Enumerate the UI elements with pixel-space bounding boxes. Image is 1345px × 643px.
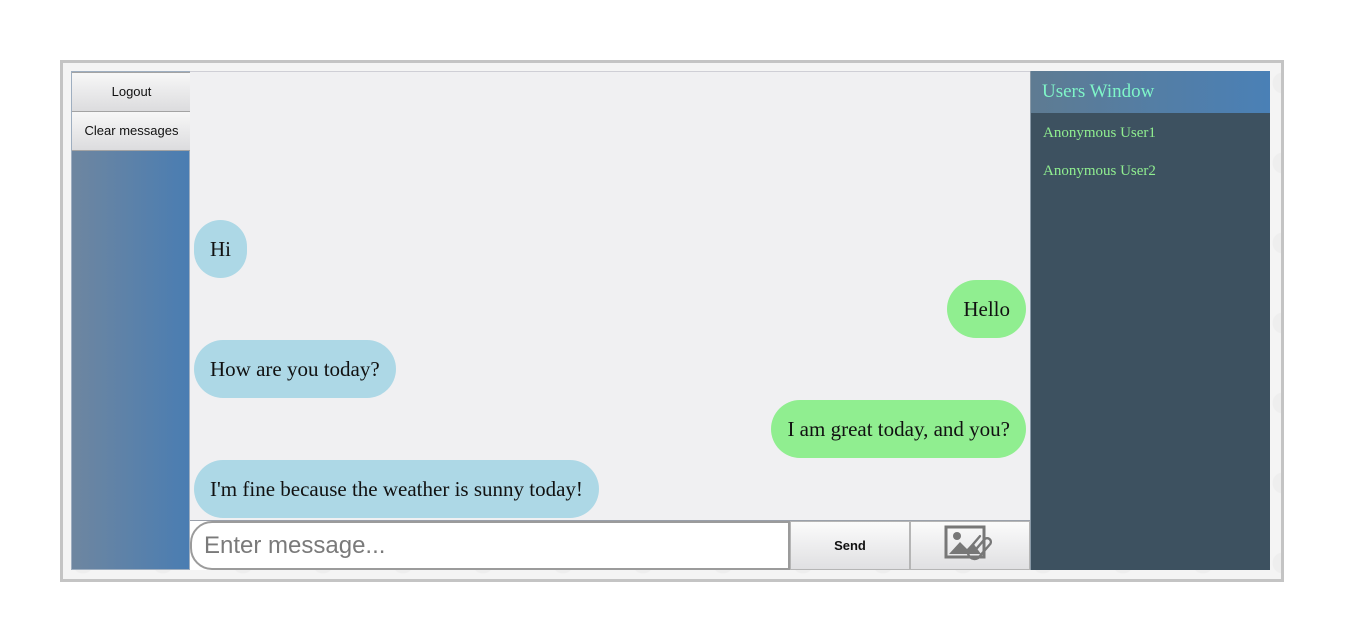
message-row: I'm fine because the weather is sunny to…: [190, 460, 1030, 520]
users-window: Users Window Anonymous User1 Anonymous U…: [1030, 71, 1270, 570]
image-attachment-icon: [944, 524, 996, 567]
outgoing-message-bubble: I am great today, and you?: [771, 400, 1026, 458]
chat-app-window: Logout Clear messages Hi Hello How are y…: [60, 60, 1284, 582]
logout-button[interactable]: Logout: [72, 72, 191, 112]
user-list-item[interactable]: Anonymous User2: [1031, 151, 1270, 189]
clear-messages-button[interactable]: Clear messages: [72, 111, 191, 151]
message-row: Hello: [190, 280, 1030, 340]
message-list: Hi Hello How are you today? I am great t…: [190, 220, 1030, 520]
incoming-message-bubble: Hi: [194, 220, 247, 278]
incoming-message-bubble: How are you today?: [194, 340, 396, 398]
user-list-item[interactable]: Anonymous User1: [1031, 113, 1270, 151]
attach-image-button[interactable]: [910, 521, 1030, 570]
outgoing-message-bubble: Hello: [947, 280, 1026, 338]
users-window-title: Users Window: [1031, 71, 1270, 113]
send-button[interactable]: Send: [790, 521, 910, 570]
message-area[interactable]: Hi Hello How are you today? I am great t…: [190, 71, 1030, 520]
left-sidebar: Logout Clear messages: [71, 71, 191, 570]
message-composer: Send: [190, 520, 1030, 570]
message-row: How are you today?: [190, 340, 1030, 400]
message-row: Hi: [190, 220, 1030, 280]
message-input[interactable]: [190, 521, 790, 570]
incoming-message-bubble: I'm fine because the weather is sunny to…: [194, 460, 599, 518]
message-row: I am great today, and you?: [190, 400, 1030, 460]
